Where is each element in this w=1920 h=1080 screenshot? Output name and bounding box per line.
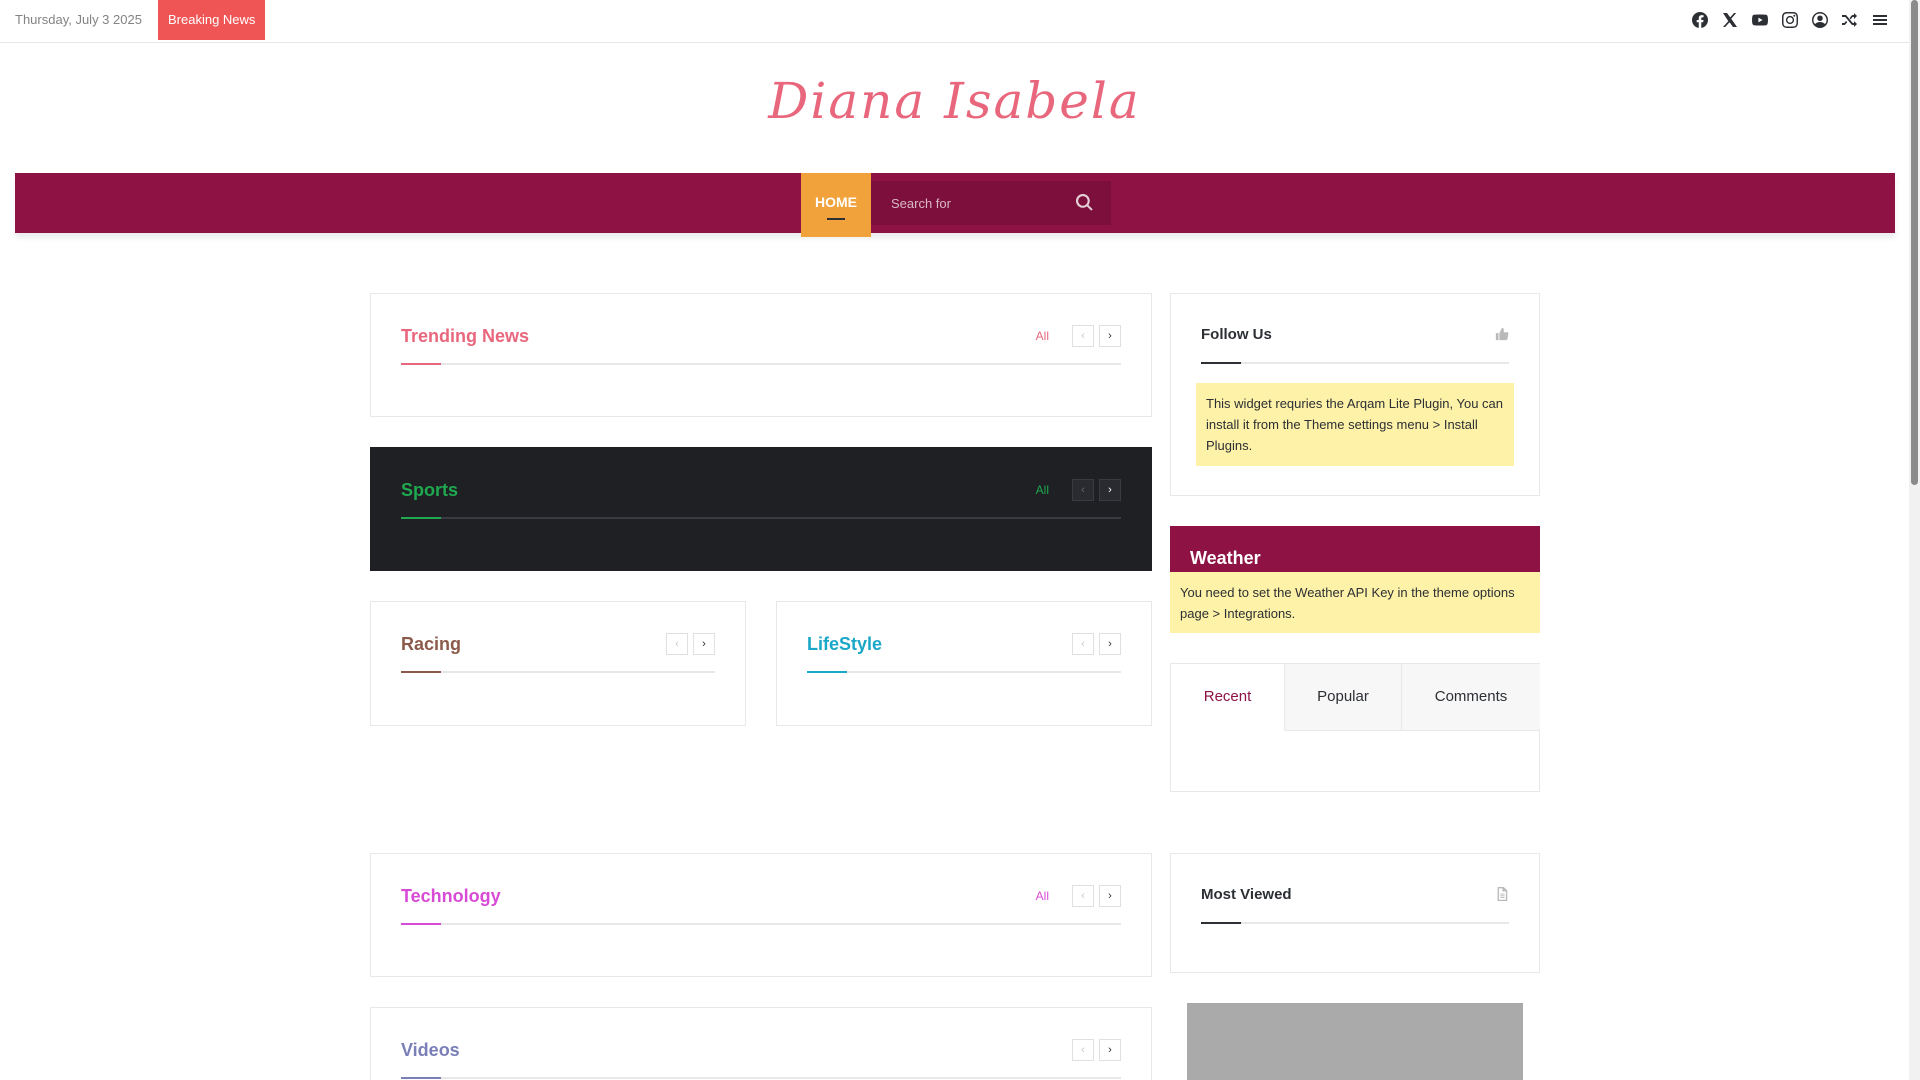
title-underline	[401, 363, 1121, 365]
view-all-link[interactable]: All	[1036, 889, 1049, 903]
next-arrow-icon[interactable]: ›	[1099, 479, 1121, 501]
next-arrow-icon[interactable]: ›	[1099, 325, 1121, 347]
thumbs-up-icon	[1495, 327, 1509, 341]
prev-arrow-icon[interactable]: ‹	[1072, 885, 1094, 907]
youtube-icon[interactable]	[1751, 10, 1769, 30]
racing-block: Racing ‹ ›	[370, 601, 746, 726]
title-underline	[807, 671, 1121, 673]
title-underline	[401, 1077, 1121, 1079]
prev-arrow-icon[interactable]: ‹	[666, 633, 688, 655]
weather-widget-header: Weather	[1170, 526, 1540, 572]
prev-arrow-icon[interactable]: ‹	[1072, 1039, 1094, 1061]
next-arrow-icon[interactable]: ›	[1099, 633, 1121, 655]
main-nav: HOME	[15, 173, 1895, 237]
next-arrow-icon[interactable]: ›	[1099, 885, 1121, 907]
widget-title: Weather	[1190, 548, 1261, 568]
nav-item-home[interactable]: HOME	[801, 173, 871, 237]
videos-block: Videos ‹ ›	[370, 1007, 1152, 1080]
ad-placeholder-image	[1187, 1003, 1523, 1080]
social-icons	[1691, 10, 1889, 30]
plugin-notice: This widget requries the Arqam Lite Plug…	[1196, 383, 1514, 466]
document-icon	[1495, 887, 1509, 901]
view-all-link[interactable]: All	[1036, 329, 1049, 343]
tab-recent[interactable]: Recent	[1171, 664, 1285, 731]
scrollbar-thumb[interactable]	[1911, 0, 1918, 485]
search-icon[interactable]	[1075, 193, 1093, 211]
sidebar-menu-icon[interactable]	[1871, 10, 1889, 30]
title-underline	[401, 923, 1121, 925]
x-twitter-icon[interactable]	[1721, 10, 1739, 30]
site-logo[interactable]: Diana Isabela	[0, 72, 1909, 130]
trending-news-block: Trending News All ‹ ›	[370, 293, 1152, 417]
widget-title: Follow Us	[1201, 326, 1272, 343]
follow-us-widget: Follow Us This widget requries the Arqam…	[1170, 293, 1540, 496]
current-date: Thursday, July 3 2025	[15, 12, 142, 27]
block-title[interactable]: Videos	[401, 1040, 460, 1061]
top-bar: Thursday, July 3 2025 Breaking News	[0, 0, 1909, 43]
facebook-icon[interactable]	[1691, 10, 1709, 30]
prev-arrow-icon[interactable]: ‹	[1072, 479, 1094, 501]
title-underline	[1201, 922, 1509, 924]
block-title[interactable]: Technology	[401, 886, 501, 907]
instagram-icon[interactable]	[1781, 10, 1799, 30]
lifestyle-block: LifeStyle ‹ ›	[776, 601, 1152, 726]
prev-arrow-icon[interactable]: ‹	[1072, 633, 1094, 655]
random-icon[interactable]	[1841, 10, 1859, 30]
most-viewed-widget: Most Viewed	[1170, 853, 1540, 973]
title-underline	[401, 517, 1121, 519]
widget-title: Most Viewed	[1201, 886, 1292, 903]
search-input[interactable]	[871, 181, 1111, 225]
posts-tabs-widget: Recent Popular Comments	[1170, 663, 1540, 792]
block-title[interactable]: LifeStyle	[807, 634, 882, 655]
nav-search	[871, 181, 1111, 225]
block-title[interactable]: Racing	[401, 634, 461, 655]
tab-popular[interactable]: Popular	[1285, 664, 1402, 731]
login-icon[interactable]	[1811, 10, 1829, 30]
next-arrow-icon[interactable]: ›	[1099, 1039, 1121, 1061]
page-scrollbar[interactable]	[1909, 0, 1920, 1080]
title-underline	[401, 671, 715, 673]
view-all-link[interactable]: All	[1036, 483, 1049, 497]
block-title[interactable]: Trending News	[401, 326, 529, 347]
title-underline	[1201, 362, 1509, 364]
breaking-news-label[interactable]: Breaking News	[158, 0, 266, 40]
sports-block: Sports All ‹ ›	[370, 447, 1152, 571]
technology-block: Technology All ‹ ›	[370, 853, 1152, 977]
weather-notice: You need to set the Weather API Key in t…	[1170, 572, 1540, 633]
block-title[interactable]: Sports	[401, 480, 458, 501]
tab-comments[interactable]: Comments	[1402, 664, 1540, 731]
next-arrow-icon[interactable]: ›	[693, 633, 715, 655]
prev-arrow-icon[interactable]: ‹	[1072, 325, 1094, 347]
